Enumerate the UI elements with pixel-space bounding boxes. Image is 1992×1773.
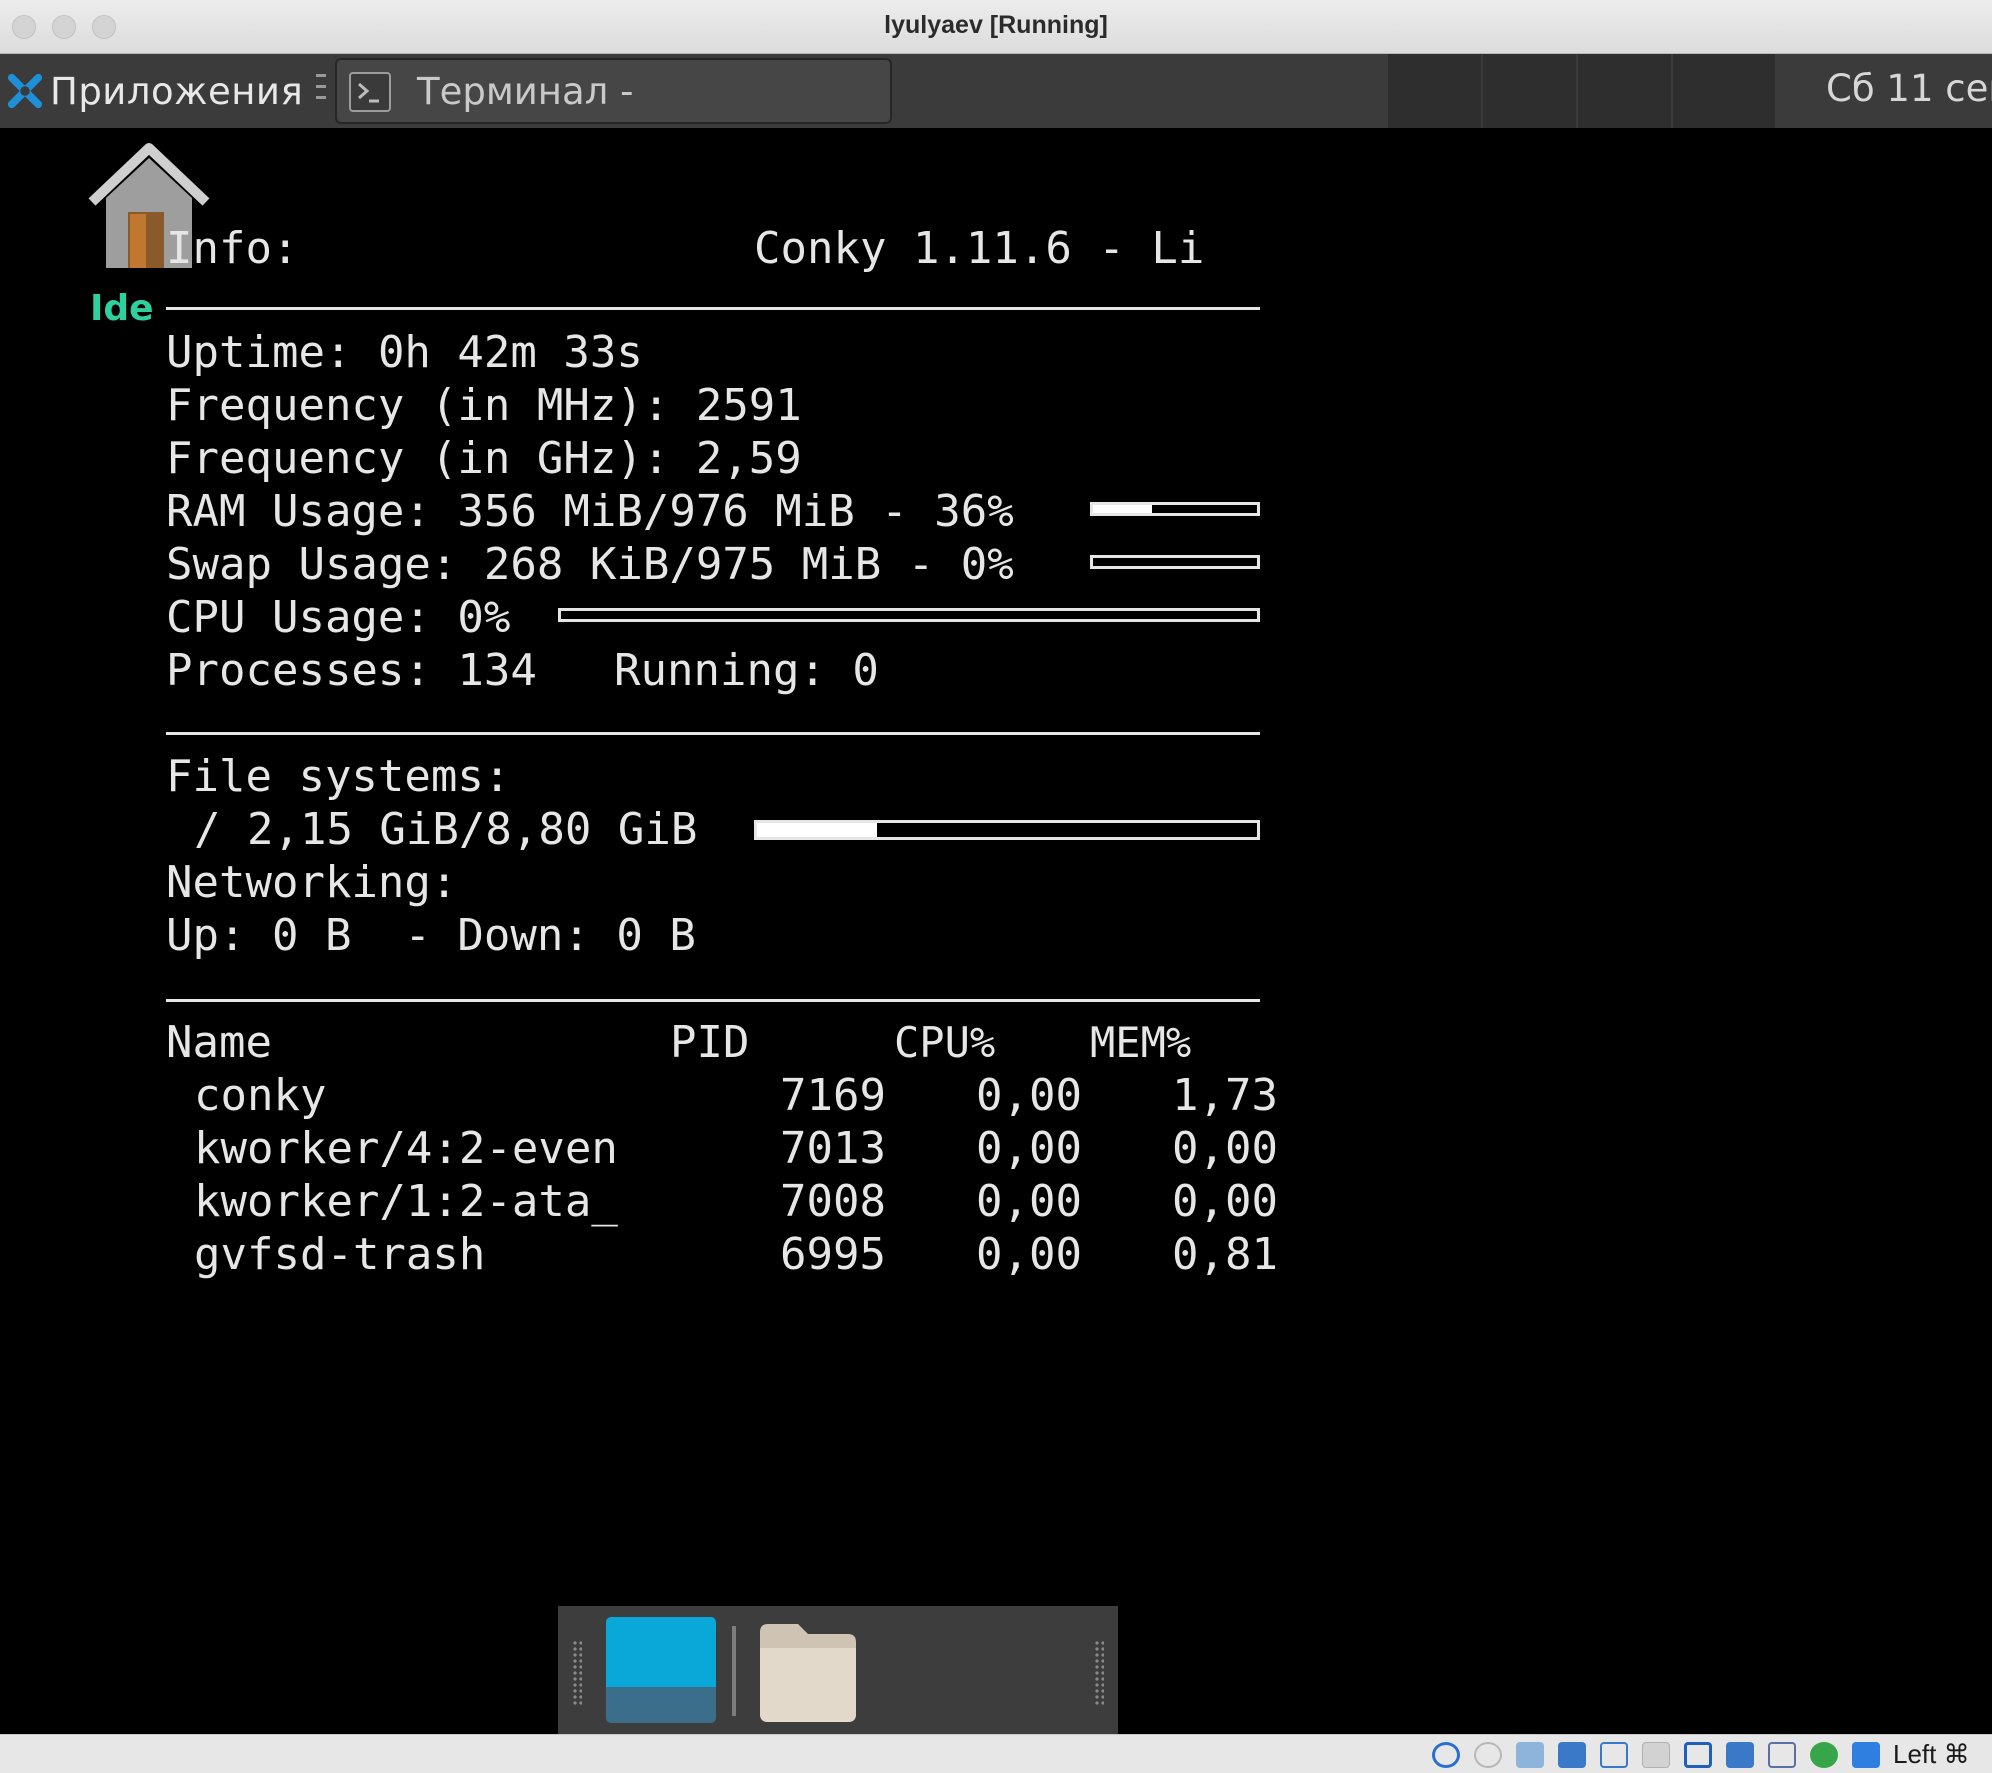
usb-icon[interactable] xyxy=(1600,1742,1628,1768)
dock-separator xyxy=(732,1626,736,1716)
info-label: Info: xyxy=(166,223,299,274)
process-name: conky xyxy=(194,1070,327,1121)
root-filesystem-usage: / 2,15 GiB/8,80 GiB xyxy=(194,804,698,855)
running-value: 0 xyxy=(852,645,879,696)
applications-menu-button[interactable]: Приложения xyxy=(6,66,303,116)
ram-usage-label: RAM Usage: xyxy=(166,486,431,537)
desktop: Ide Info: Conky 1.11.6 - Li Uptime: 0h 4… xyxy=(0,128,1992,1734)
column-header-cpu: CPU% xyxy=(894,1018,996,1067)
frequency-ghz-line: Frequency (in GHz): 2,59 xyxy=(166,432,802,485)
process-cpu: 0,00 xyxy=(976,1229,1082,1280)
swap-usage-label: Swap Usage: xyxy=(166,539,458,590)
hard-disk-icon[interactable] xyxy=(1432,1742,1460,1768)
process-pid: 7008 xyxy=(780,1176,886,1227)
column-header-mem: MEM% xyxy=(1090,1018,1192,1067)
upload-label: Up: xyxy=(166,910,246,961)
optical-drive-icon[interactable] xyxy=(1474,1742,1502,1768)
taskbar-terminal-button[interactable]: Терминал - xyxy=(335,58,892,124)
networking-label: Networking: xyxy=(166,857,458,908)
processes-value: 134 xyxy=(457,645,537,696)
download-value: 0 B xyxy=(616,910,696,961)
guest-additions-icon[interactable] xyxy=(1810,1742,1838,1768)
home-folder-label[interactable]: Ide xyxy=(90,288,154,329)
process-pid: 7013 xyxy=(780,1123,886,1174)
divider xyxy=(166,732,1260,735)
video-capture-icon[interactable] xyxy=(1726,1742,1754,1768)
process-mem: 0,00 xyxy=(1172,1123,1278,1174)
process-mem: 1,73 xyxy=(1172,1070,1278,1121)
audio-icon[interactable] xyxy=(1516,1742,1544,1768)
swap-usage-line: Swap Usage: 268 KiB/975 MiB - 0% xyxy=(166,538,1014,591)
xfce-logo-icon xyxy=(7,73,43,109)
process-name: gvfsd-trash xyxy=(194,1229,486,1280)
process-pid: 6995 xyxy=(780,1229,886,1280)
workspace-4-button[interactable] xyxy=(1671,54,1775,128)
download-label: - Down: xyxy=(404,910,590,961)
vm-status-bar: Left ⌘ xyxy=(0,1734,1992,1773)
workspace-2-button[interactable] xyxy=(1481,54,1576,128)
cpu-usage-line: CPU Usage: 0% xyxy=(166,591,510,644)
upload-value: 0 B xyxy=(271,910,352,961)
column-header-name: Name xyxy=(166,1017,272,1068)
network-icon[interactable] xyxy=(1558,1742,1586,1768)
dock-drag-handle[interactable] xyxy=(572,1640,582,1706)
virtualization-icon[interactable] xyxy=(1768,1742,1796,1768)
frequency-mhz-line: Frequency (in MHz): 2591 xyxy=(166,379,802,432)
process-cpu: 0,00 xyxy=(976,1176,1082,1227)
file-systems-label: File systems: xyxy=(166,751,511,802)
process-name: kworker/4:2-even xyxy=(194,1123,618,1174)
process-mem: 0,00 xyxy=(1172,1176,1278,1227)
swap-usage-bar xyxy=(1090,555,1260,569)
uptime-line: Uptime: 0h 42m 33s xyxy=(166,326,643,379)
frequency-mhz-label: Frequency (in MHz): xyxy=(166,380,670,431)
process-cpu: 0,00 xyxy=(976,1123,1082,1174)
cpu-usage-value: 0% xyxy=(457,592,511,643)
top-panel: Приложения Терминал - Сб 11 сен xyxy=(0,54,1992,128)
bottom-dock xyxy=(558,1606,1118,1736)
host-key-indicator[interactable]: Left ⌘ xyxy=(1893,1739,1970,1770)
frequency-ghz-value: 2,59 xyxy=(695,433,802,484)
window-titlebar: lyulyaev [Running] xyxy=(0,0,1992,54)
shared-folders-icon[interactable] xyxy=(1642,1742,1670,1768)
divider xyxy=(166,307,1260,310)
applications-menu-label: Приложения xyxy=(50,69,304,113)
swap-usage-value: 268 KiB/975 MiB - 0% xyxy=(483,539,1014,590)
network-traffic-line: Up: 0 B - Down: 0 B xyxy=(166,909,696,962)
workspace-3-button[interactable] xyxy=(1576,54,1671,128)
process-name: kworker/1:2-ata_ xyxy=(194,1176,618,1227)
terminal-icon xyxy=(349,72,391,112)
conky-version: Conky 1.11.6 - Li xyxy=(754,223,1205,274)
ram-usage-bar xyxy=(1090,502,1260,516)
uptime-value: 0h 42m 33s xyxy=(377,327,643,378)
cpu-usage-bar xyxy=(558,608,1260,622)
mouse-integration-icon[interactable] xyxy=(1852,1742,1880,1768)
process-pid: 7169 xyxy=(780,1070,886,1121)
processes-line: Processes: 134 xyxy=(166,644,537,697)
window-title: lyulyaev [Running] xyxy=(884,11,1108,39)
divider xyxy=(166,999,1260,1002)
running-line: Running: 0 xyxy=(614,644,879,697)
running-label: Running: xyxy=(614,645,826,696)
cpu-usage-label: CPU Usage: xyxy=(166,592,431,643)
root-filesystem-bar-fill xyxy=(757,823,877,837)
root-filesystem-bar xyxy=(754,820,1260,840)
workspace-1-button[interactable] xyxy=(1386,54,1481,128)
taskbar-terminal-label: Терминал - xyxy=(417,70,634,113)
file-manager-folder-icon[interactable] xyxy=(754,1618,862,1724)
processes-label: Processes: xyxy=(166,645,431,696)
process-mem: 0,81 xyxy=(1172,1229,1278,1280)
display-icon[interactable] xyxy=(1684,1742,1712,1768)
dock-drag-handle[interactable] xyxy=(1094,1640,1104,1706)
panel-separator xyxy=(316,74,328,106)
ram-usage-line: RAM Usage: 356 MiB/976 MiB - 36% xyxy=(166,485,1014,538)
ram-usage-value: 356 MiB/976 MiB - 36% xyxy=(457,486,1014,537)
show-desktop-button[interactable] xyxy=(606,1617,716,1723)
ram-usage-bar-fill xyxy=(1093,505,1153,513)
frequency-mhz-value: 2591 xyxy=(695,380,802,431)
frequency-ghz-label: Frequency (in GHz): xyxy=(166,433,670,484)
panel-clock[interactable]: Сб 11 сен xyxy=(1826,67,1992,110)
process-cpu: 0,00 xyxy=(976,1070,1082,1121)
uptime-label: Uptime: xyxy=(166,327,352,378)
column-header-pid: PID xyxy=(670,1017,750,1068)
